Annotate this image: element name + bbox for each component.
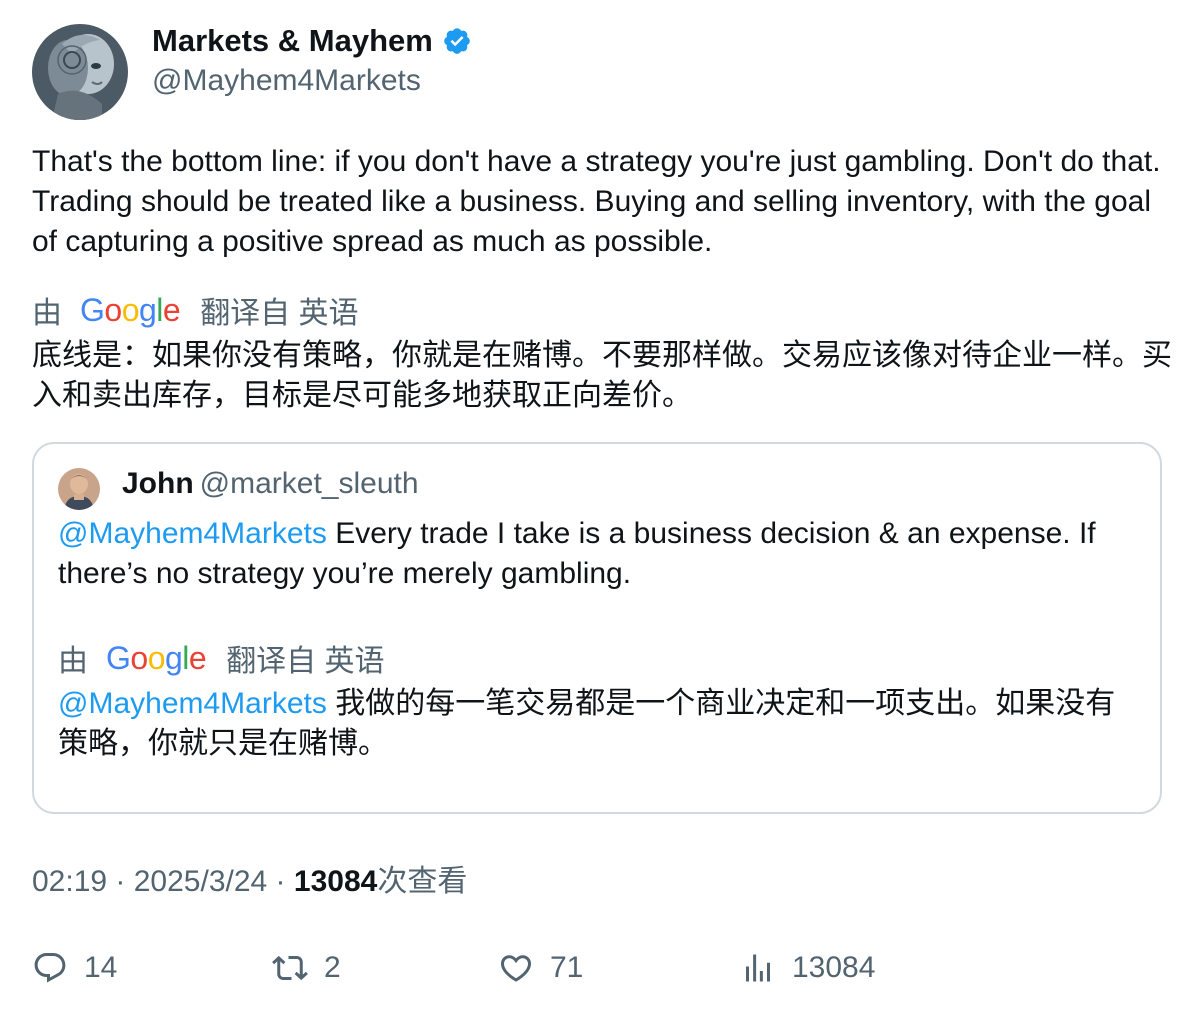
like-button[interactable]: 71	[498, 950, 583, 986]
quoted-author-name: John	[122, 467, 194, 500]
quoted-translation-mention-link[interactable]: @Mayhem4Markets	[58, 687, 327, 720]
reply-icon	[34, 953, 66, 983]
quoted-translation-by-label: 由	[58, 645, 88, 678]
action-bar: 14 2 71 13084	[32, 950, 1172, 990]
quoted-author-handle: @market_sleuth	[199, 467, 419, 500]
author-name-text: Markets & Mayhem	[152, 23, 433, 58]
quoted-tweet-card[interactable]: John @market_sleuth @Mayhem4Markets Every…	[32, 442, 1162, 814]
tweet-meta: 02:19 · 2025/3/24 · 13084次查看	[32, 862, 467, 902]
tweet-time[interactable]: 02:19	[32, 865, 107, 898]
author-avatar[interactable]	[32, 24, 128, 120]
tweet-date[interactable]: 2025/3/24	[134, 865, 267, 898]
like-count: 71	[550, 951, 584, 984]
views-button[interactable]: 13084	[740, 950, 875, 986]
author-handle[interactable]: @Mayhem4Markets	[152, 62, 421, 100]
retweet-count: 2	[324, 951, 341, 984]
translation-by-label: 由	[32, 297, 62, 330]
views-action-count: 13084	[792, 951, 876, 984]
views-count: 13084	[293, 865, 378, 898]
views-label: 次查看	[377, 865, 468, 898]
translation-attribution: 由 Google 翻译自 英语	[32, 288, 359, 332]
tweet-text: That's the bottom line: if you don't hav…	[32, 145, 1161, 258]
quoted-tweet-text: @Mayhem4Markets Every trade I take is a …	[58, 514, 1138, 594]
quoted-translation-attribution: 由 Google 翻译自 英语	[58, 636, 385, 680]
google-logo: Google	[106, 639, 207, 676]
reply-count: 14	[84, 951, 118, 984]
meta-separator: ·	[107, 865, 134, 898]
quoted-author-avatar[interactable]	[58, 468, 100, 510]
heart-icon	[500, 955, 532, 982]
tweet-translation-text: 底线是：如果你没有策略，你就是在赌博。不要那样做。交易应该像对待企业一样。买入和…	[32, 339, 1172, 412]
quoted-mention-link[interactable]: @Mayhem4Markets	[58, 517, 327, 550]
quoted-header: John @market_sleuth	[122, 464, 419, 504]
verified-badge-icon	[442, 26, 472, 56]
quoted-translation-text: @Mayhem4Markets 我做的每一笔交易都是一个商业决定和一项支出。如果…	[58, 684, 1138, 764]
retweet-button[interactable]: 2	[272, 950, 341, 986]
quoted-translated-from-link[interactable]: 翻译自 英语	[226, 636, 384, 680]
reply-button[interactable]: 14	[32, 950, 117, 986]
analytics-icon	[746, 954, 770, 982]
author-display-name[interactable]: Markets & Mayhem	[152, 22, 472, 60]
meta-separator: ·	[267, 865, 294, 898]
translated-from-link[interactable]: 翻译自 英语	[200, 288, 358, 332]
retweet-icon	[272, 955, 308, 981]
google-logo: Google	[80, 291, 181, 328]
